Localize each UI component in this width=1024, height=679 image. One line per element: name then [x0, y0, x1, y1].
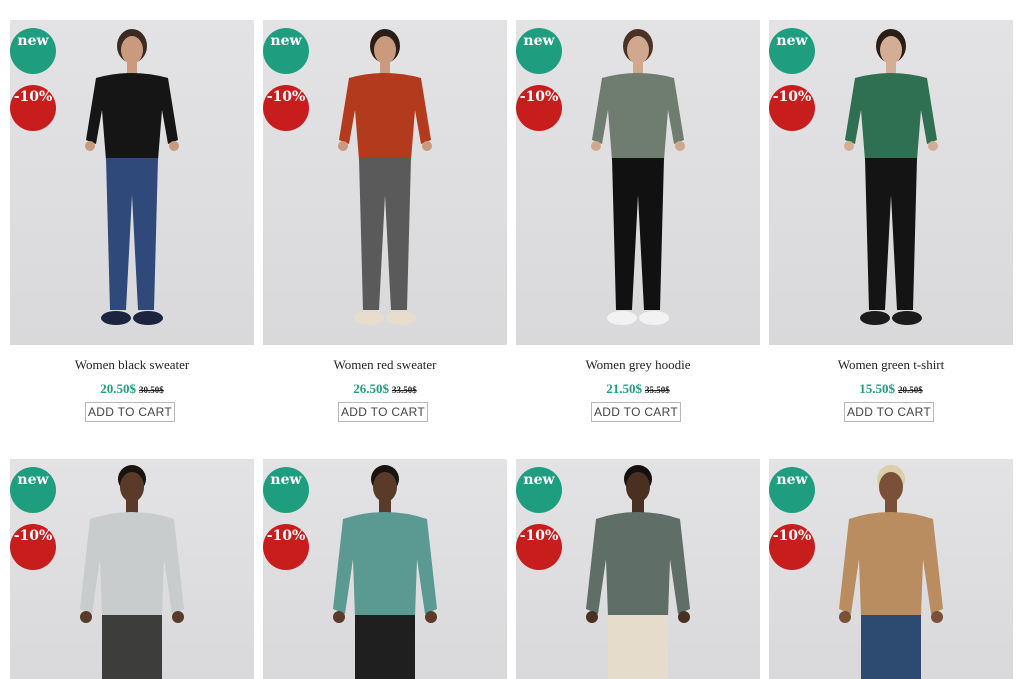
new-badge: new [263, 28, 309, 74]
new-badge: new [10, 467, 56, 513]
current-price: 26.50$ [353, 381, 389, 396]
old-price: 33.50$ [392, 385, 417, 395]
discount-badge: -10% [10, 524, 56, 570]
new-badge: new [10, 28, 56, 74]
price-line: 15.50$ 20.50$ [769, 380, 1013, 398]
discount-badge: -10% [516, 524, 562, 570]
old-price: 20.50$ [898, 385, 923, 395]
price-line: 20.50$ 30.50$ [10, 380, 254, 398]
product-grid: new -10% Women black sweater 20.50$ 30.50… [0, 0, 1024, 679]
discount-badge: -10% [263, 85, 309, 131]
discount-badge: -10% [769, 524, 815, 570]
current-price: 15.50$ [859, 381, 895, 396]
product-title[interactable]: Women black sweater [10, 357, 254, 373]
price-line: 21.50$ 35.50$ [516, 380, 760, 398]
product-title[interactable]: Women green t-shirt [769, 357, 1013, 373]
new-badge: new [263, 467, 309, 513]
discount-badge: -10% [10, 85, 56, 131]
current-price: 20.50$ [100, 381, 136, 396]
old-price: 30.50$ [139, 385, 164, 395]
new-badge: new [516, 467, 562, 513]
product-title[interactable]: Women red sweater [263, 357, 507, 373]
new-badge: new [769, 28, 815, 74]
add-to-cart-button[interactable]: ADD TO CART [591, 402, 681, 422]
price-line: 26.50$ 33.50$ [263, 380, 507, 398]
new-badge: new [769, 467, 815, 513]
discount-badge: -10% [516, 85, 562, 131]
add-to-cart-button[interactable]: ADD TO CART [338, 402, 428, 422]
add-to-cart-button[interactable]: ADD TO CART [844, 402, 934, 422]
new-badge: new [516, 28, 562, 74]
current-price: 21.50$ [606, 381, 642, 396]
discount-badge: -10% [263, 524, 309, 570]
add-to-cart-button[interactable]: ADD TO CART [85, 402, 175, 422]
old-price: 35.50$ [645, 385, 670, 395]
product-title[interactable]: Women grey hoodie [516, 357, 760, 373]
discount-badge: -10% [769, 85, 815, 131]
